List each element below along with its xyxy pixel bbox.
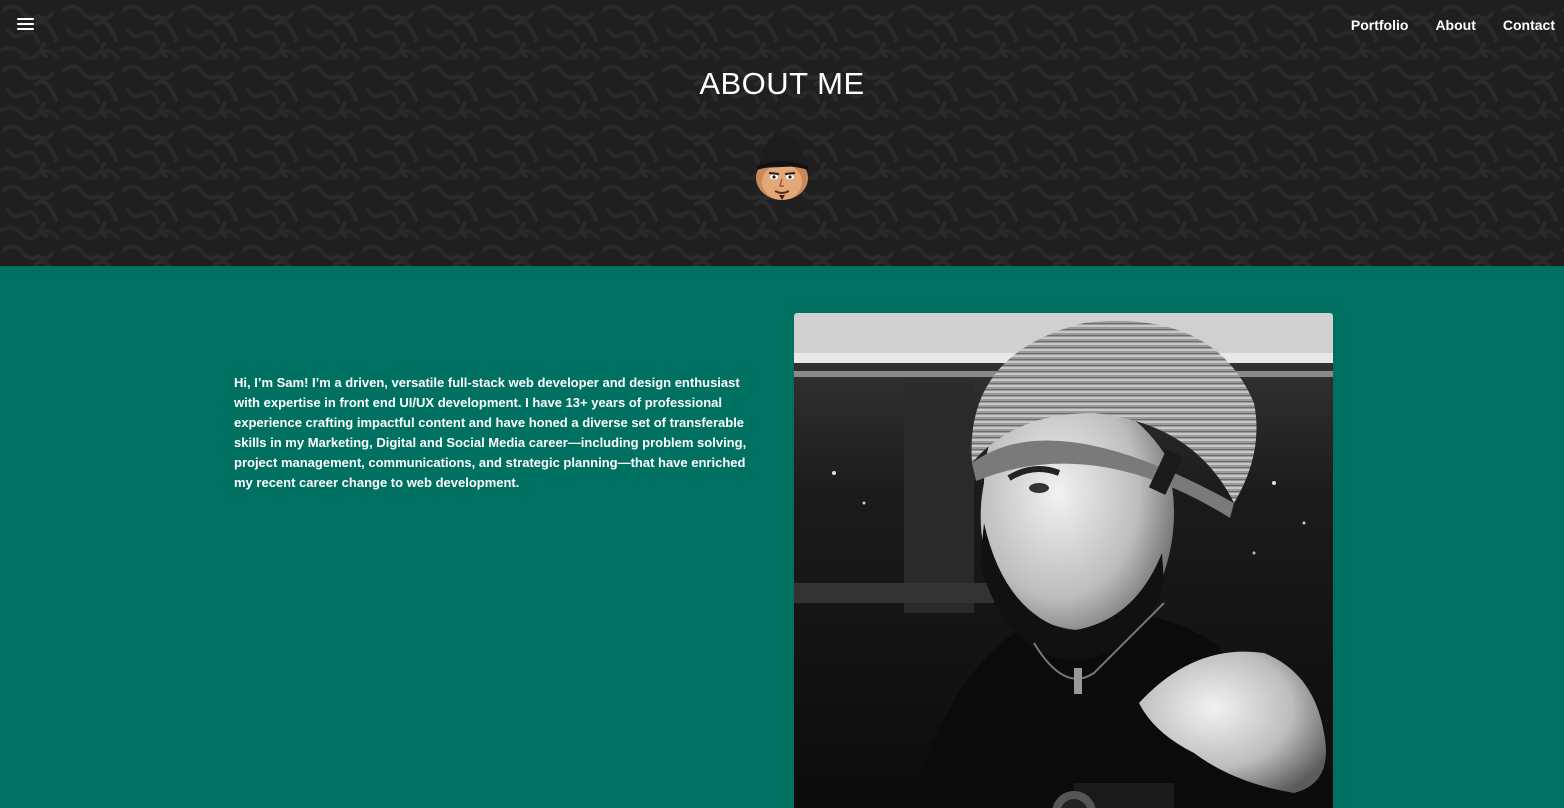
nav-item-about[interactable]: About: [1435, 16, 1475, 34]
top-nav: Portfolio About Contact: [1324, 16, 1555, 34]
page-title: ABOUT ME: [699, 66, 865, 101]
about-section: Hi, I’m Sam! I’m a driven, versatile ful…: [0, 266, 1564, 808]
page-header: Portfolio About Contact ABOUT ME: [0, 0, 1564, 266]
bio-text: Hi, I’m Sam! I’m a driven, versatile ful…: [234, 375, 747, 490]
nav-item-portfolio[interactable]: Portfolio: [1351, 16, 1409, 34]
hamburger-menu-icon[interactable]: [10, 12, 40, 36]
cartoon-avatar: [756, 136, 808, 200]
profile-photo: [794, 313, 1333, 808]
nav-item-contact[interactable]: Contact: [1503, 16, 1555, 34]
